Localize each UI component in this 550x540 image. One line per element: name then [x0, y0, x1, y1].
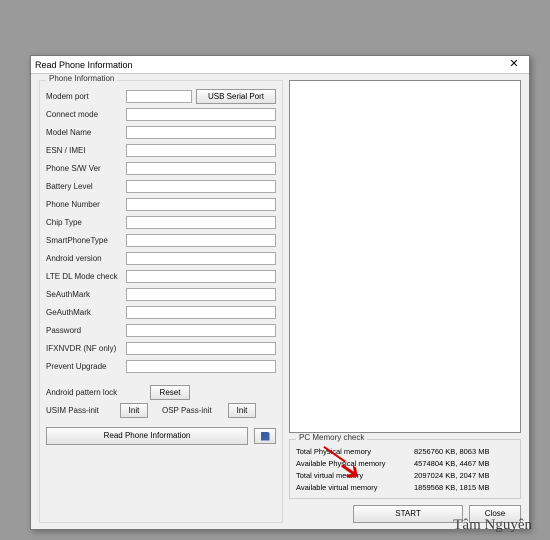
pattern-lock-label: Android pattern lock	[46, 388, 146, 397]
field-label: SeAuthMark	[46, 290, 122, 299]
window-title: Read Phone Information	[35, 60, 503, 70]
mem-value: 4574804 KB, 4467 MB	[414, 458, 514, 470]
titlebar: Read Phone Information ✕	[31, 56, 529, 74]
field-input[interactable]	[126, 288, 276, 301]
field-label: Password	[46, 326, 122, 335]
osp-label: OSP Pass-init	[162, 406, 224, 415]
content: Phone Information Modem port USB Serial …	[31, 74, 529, 529]
field-input[interactable]	[126, 270, 276, 283]
field-input[interactable]	[126, 126, 276, 139]
read-phone-info-button[interactable]: Read Phone Information	[46, 427, 248, 445]
field-label: ESN / IMEI	[46, 146, 122, 155]
field-label: GeAuthMark	[46, 308, 122, 317]
field-label: Phone S/W Ver	[46, 164, 122, 173]
save-icon-button[interactable]	[254, 428, 276, 444]
memory-title: PC Memory check	[296, 433, 367, 442]
field-label: Chip Type	[46, 218, 122, 227]
log-area[interactable]	[289, 80, 521, 433]
mem-label: Total virtual memory	[296, 470, 414, 482]
osp-init-button[interactable]: Init	[228, 403, 256, 418]
field-input[interactable]	[126, 342, 276, 355]
modem-port-field[interactable]	[126, 90, 192, 103]
mem-value: 1859568 KB, 1815 MB	[414, 482, 514, 494]
modem-port-label: Modem port	[46, 92, 122, 101]
usim-init-button[interactable]: Init	[120, 403, 148, 418]
phone-info-group: Phone Information Modem port USB Serial …	[39, 80, 283, 523]
floppy-icon	[261, 432, 270, 441]
group-title: Phone Information	[46, 74, 117, 83]
reset-button[interactable]: Reset	[150, 385, 190, 400]
field-label: IFXNVDR (NF only)	[46, 344, 122, 353]
mem-value: 2097024 KB, 2047 MB	[414, 470, 514, 482]
memory-group: PC Memory check Total Physical memory825…	[289, 439, 521, 499]
field-input[interactable]	[126, 162, 276, 175]
field-label: Prevent Upgrade	[46, 362, 122, 371]
usim-label: USIM Pass-init	[46, 406, 116, 415]
start-button[interactable]: START	[353, 505, 463, 523]
usb-serial-button[interactable]: USB Serial Port	[196, 89, 276, 104]
field-label: SmartPhoneType	[46, 236, 122, 245]
field-label: Phone Number	[46, 200, 122, 209]
field-input[interactable]	[126, 144, 276, 157]
field-input[interactable]	[126, 198, 276, 211]
field-input[interactable]	[126, 306, 276, 319]
mem-label: Available virtual memory	[296, 482, 414, 494]
field-input[interactable]	[126, 234, 276, 247]
field-input[interactable]	[126, 324, 276, 337]
close-icon[interactable]: ✕	[503, 58, 525, 72]
mem-label: Total Physical memory	[296, 446, 414, 458]
field-input[interactable]	[126, 360, 276, 373]
mem-value: 8256760 KB, 8063 MB	[414, 446, 514, 458]
field-label: Model Name	[46, 128, 122, 137]
field-label: Android version	[46, 254, 122, 263]
mem-label: Available Physical memory	[296, 458, 414, 470]
field-label: LTE DL Mode check	[46, 272, 122, 281]
watermark-signature: Tâm Nguyên	[453, 517, 532, 534]
field-label: Connect mode	[46, 110, 122, 119]
field-input[interactable]	[126, 216, 276, 229]
dialog-window: Read Phone Information ✕ Phone Informati…	[30, 55, 530, 530]
field-input[interactable]	[126, 108, 276, 121]
field-input[interactable]	[126, 180, 276, 193]
field-label: Battery Level	[46, 182, 122, 191]
field-input[interactable]	[126, 252, 276, 265]
